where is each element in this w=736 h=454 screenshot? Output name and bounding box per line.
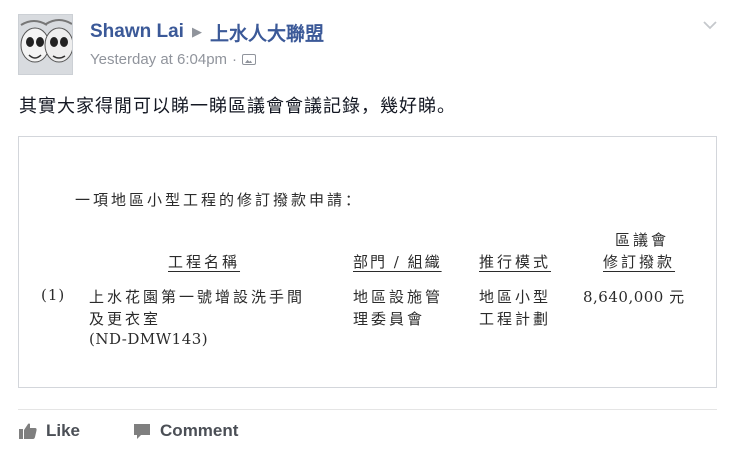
row-index: (1) — [41, 286, 66, 304]
column-header-project: 工程名稱 — [168, 253, 241, 271]
attached-document-image[interactable]: 一項地區小型工程的修訂撥款申請： 區議會 工程名稱 部門 / 組織 推行模式 修… — [18, 136, 717, 388]
like-button[interactable]: Like — [18, 421, 80, 441]
author-name-link[interactable]: Shawn Lai — [90, 21, 184, 43]
row-department-line1: 地區設施管 — [353, 288, 444, 306]
photo-icon — [242, 54, 257, 65]
meta-separator: · — [232, 51, 238, 68]
chevron-down-icon[interactable] — [701, 18, 719, 32]
row-amount: 8,640,000 元 — [583, 288, 685, 306]
document-heading: 一項地區小型工程的修訂撥款申請： — [75, 191, 364, 209]
column-header-department: 部門 / 組織 — [353, 253, 442, 271]
comment-label: Comment — [160, 421, 239, 440]
group-name-link[interactable]: 上水人大聯盟 — [210, 19, 324, 46]
column-header-mode: 推行模式 — [479, 253, 552, 271]
column-header-amount-line1: 區議會 — [615, 231, 670, 249]
row-project-line2: 及更衣室 — [89, 310, 162, 328]
feed-post: Shawn Lai ▶ 上水人大聯盟 Yesterday at 6:04pm ·… — [0, 0, 736, 454]
row-mode-line2: 工程計劃 — [479, 310, 552, 328]
avatar-image — [19, 15, 72, 74]
post-header: Shawn Lai ▶ 上水人大聯盟 — [90, 19, 324, 46]
speech-bubble-icon — [134, 424, 151, 439]
row-project-code: (ND-DMW143) — [89, 330, 209, 348]
thumbs-up-icon — [19, 423, 37, 439]
like-label: Like — [46, 421, 81, 440]
avatar[interactable] — [18, 14, 73, 75]
row-mode-line1: 地區小型 — [479, 288, 552, 306]
comment-button[interactable]: Comment — [132, 421, 238, 441]
post-message: 其實大家得閒可以睇一睇區議會會議記錄，幾好睇。 — [19, 96, 456, 117]
row-department-line2: 理委員會 — [353, 310, 426, 328]
post-actions: Like Comment — [18, 418, 238, 444]
arrow-right-icon: ▶ — [191, 24, 202, 39]
column-header-amount-line2: 修訂撥款 — [603, 253, 676, 271]
post-meta: Yesterday at 6:04pm · — [90, 51, 257, 68]
row-project-line1: 上水花園第一號增設洗手間 — [89, 288, 306, 306]
actions-divider — [18, 409, 717, 410]
timestamp-link[interactable]: Yesterday at 6:04pm — [90, 51, 227, 68]
document-content: 一項地區小型工程的修訂撥款申請： 區議會 工程名稱 部門 / 組織 推行模式 修… — [19, 137, 716, 387]
